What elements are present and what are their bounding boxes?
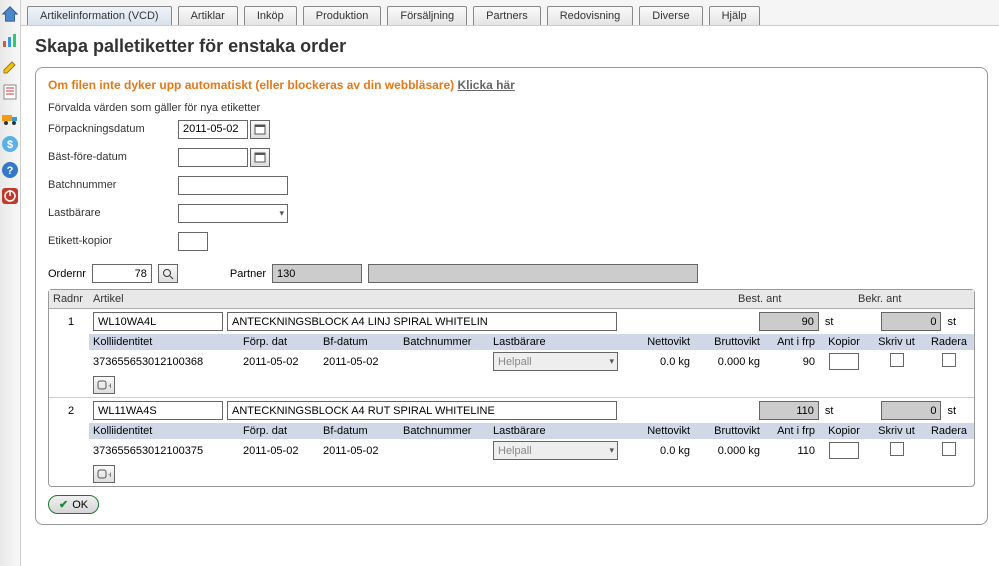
defaults-title: Förvalda värden som gäller för nya etike… — [48, 102, 975, 114]
warning-link[interactable]: Klicka här — [457, 78, 514, 92]
unit-label: st — [947, 405, 956, 417]
ordernr-input[interactable] — [92, 264, 152, 283]
check-icon: ✔ — [59, 498, 68, 511]
add-row-icon[interactable]: + — [93, 465, 115, 483]
currency-icon[interactable]: $ — [0, 134, 20, 154]
col-bekr: Bekr. ant — [854, 290, 974, 308]
label-forpack: Förpackningsdatum — [48, 123, 178, 135]
sub-header: Kolliidentitet Förp. dat Bf-datum Batchn… — [89, 334, 974, 350]
ok-button[interactable]: ✔ OK — [48, 495, 99, 514]
svg-text:+: + — [108, 470, 111, 480]
bruttovikt: 0.000 kg — [694, 443, 764, 459]
tab-artiklar[interactable]: Artiklar — [178, 6, 238, 25]
ant-frp: 110 — [764, 443, 819, 459]
document-icon[interactable] — [0, 82, 20, 102]
label-last: Lastbärare — [48, 207, 178, 219]
row-num: 2 — [53, 405, 89, 417]
kopior-cell-input[interactable] — [829, 442, 859, 459]
label-bast: Bäst-före-datum — [48, 151, 178, 163]
bekr-qty: 0 — [881, 401, 941, 420]
batch-val — [399, 360, 489, 364]
kopior-input[interactable] — [178, 232, 208, 251]
edit-icon[interactable] — [0, 56, 20, 76]
top-tabs: Artikelinformation (VCD) Artiklar Inköp … — [21, 0, 999, 26]
bast-date-input[interactable] — [178, 148, 248, 167]
sidebar: $ ? — [0, 0, 21, 566]
warning-line: Om filen inte dyker upp automatiskt (ell… — [48, 78, 975, 92]
calendar-icon[interactable] — [250, 120, 270, 139]
skriv-checkbox[interactable] — [890, 442, 904, 456]
help-icon[interactable]: ? — [0, 160, 20, 180]
order-grid: Radnr Artikel Best. ant Bekr. ant 1 90 s… — [48, 289, 975, 487]
unit-label: st — [947, 316, 956, 328]
svg-text:+: + — [108, 381, 111, 391]
tab-redovisning[interactable]: Redovisning — [547, 6, 634, 25]
partner-code: 130 — [272, 264, 362, 283]
radera-checkbox[interactable] — [942, 353, 956, 367]
tab-inkop[interactable]: Inköp — [244, 6, 297, 25]
col-artikel: Artikel — [89, 290, 734, 308]
add-row-icon[interactable]: + — [93, 376, 115, 394]
forpack-date-input[interactable] — [178, 120, 248, 139]
chart-icon[interactable] — [0, 30, 20, 50]
lastbarare-select[interactable]: Helpall — [493, 352, 618, 371]
sub-header: Kolliidentitet Förp. dat Bf-datum Batchn… — [89, 423, 974, 439]
sub-data-row: 373655653012100375 2011-05-02 2011-05-02… — [89, 439, 974, 462]
tab-partners[interactable]: Partners — [473, 6, 541, 25]
sub-data-row: 373655653012100368 2011-05-02 2011-05-02… — [89, 350, 974, 373]
tab-hjalp[interactable]: Hjälp — [709, 6, 760, 25]
unit-label: st — [825, 316, 834, 328]
best-qty: 90 — [759, 312, 819, 331]
article-code-input[interactable] — [93, 312, 223, 331]
article-code-input[interactable] — [93, 401, 223, 420]
lastbarare-dropdown[interactable] — [178, 204, 288, 223]
main-panel: Om filen inte dyker upp automatiskt (ell… — [35, 67, 988, 525]
truck-icon[interactable] — [0, 108, 20, 128]
lastbarare-select[interactable]: Helpall — [493, 441, 618, 460]
table-row: 2 110 st 0 st — [49, 398, 974, 423]
nettovikt: 0.0 kg — [629, 354, 694, 370]
partner-name — [368, 264, 698, 283]
table-row: 1 90 st 0 st — [49, 309, 974, 334]
article-desc-input[interactable] — [227, 401, 617, 420]
search-icon[interactable] — [158, 264, 178, 283]
bruttovikt: 0.000 kg — [694, 354, 764, 370]
skriv-checkbox[interactable] — [890, 353, 904, 367]
bf-date: 2011-05-02 — [319, 354, 399, 370]
home-icon[interactable] — [0, 4, 20, 24]
power-icon[interactable] — [0, 186, 20, 206]
kolli-id: 373655653012100368 — [89, 354, 239, 370]
col-radnr: Radnr — [49, 290, 89, 308]
kolli-id: 373655653012100375 — [89, 443, 239, 459]
label-kopior: Etikett-kopior — [48, 235, 178, 247]
tab-artikelinfo[interactable]: Artikelinformation (VCD) — [27, 6, 172, 25]
svg-text:?: ? — [7, 165, 14, 177]
tab-forsaljning[interactable]: Försäljning — [387, 6, 467, 25]
warning-text: Om filen inte dyker upp automatiskt (ell… — [48, 78, 457, 92]
row-num: 1 — [53, 316, 89, 328]
label-ordernr: Ordernr — [48, 268, 86, 280]
batch-val — [399, 449, 489, 453]
label-partner: Partner — [230, 268, 266, 280]
radera-checkbox[interactable] — [942, 442, 956, 456]
tab-diverse[interactable]: Diverse — [639, 6, 702, 25]
tab-produktion[interactable]: Produktion — [303, 6, 382, 25]
unit-label: st — [825, 405, 834, 417]
label-batch: Batchnummer — [48, 179, 178, 191]
bf-date: 2011-05-02 — [319, 443, 399, 459]
nettovikt: 0.0 kg — [629, 443, 694, 459]
best-qty: 110 — [759, 401, 819, 420]
svg-text:$: $ — [7, 139, 13, 151]
forp-date: 2011-05-02 — [239, 443, 319, 459]
col-best: Best. ant — [734, 290, 854, 308]
page-title: Skapa palletiketter för enstaka order — [35, 36, 988, 57]
ok-label: OK — [72, 499, 88, 511]
batch-input[interactable] — [178, 176, 288, 195]
kopior-cell-input[interactable] — [829, 353, 859, 370]
bekr-qty: 0 — [881, 312, 941, 331]
forp-date: 2011-05-02 — [239, 354, 319, 370]
calendar-icon[interactable] — [250, 148, 270, 167]
ant-frp: 90 — [764, 354, 819, 370]
article-desc-input[interactable] — [227, 312, 617, 331]
